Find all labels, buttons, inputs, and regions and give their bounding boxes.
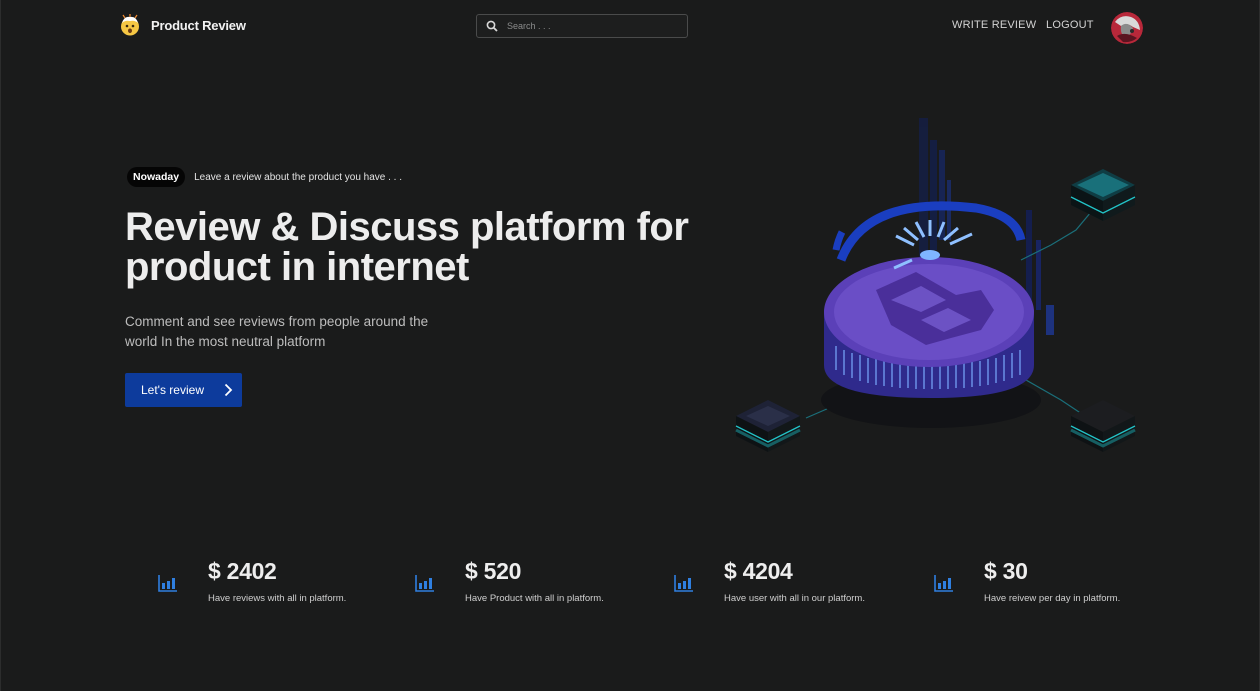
bar-chart-icon bbox=[934, 575, 953, 592]
badge-nowaday: Nowaday bbox=[127, 167, 186, 187]
stat-description: Have reviews with all in platform. bbox=[208, 593, 347, 604]
hero-badge-row: Nowaday Leave a review about the product… bbox=[127, 167, 402, 187]
brand[interactable]: Product Review bbox=[119, 14, 246, 36]
hero-title: Review & Discuss platform for product in… bbox=[125, 205, 689, 289]
avatar[interactable] bbox=[1111, 12, 1143, 44]
write-review-link[interactable]: WRITE REVIEW bbox=[952, 19, 1036, 31]
stat-description: Have Product with all in platform. bbox=[465, 593, 604, 604]
stat-value: $ 2402 bbox=[208, 558, 277, 584]
lets-review-label: Let's review bbox=[141, 383, 204, 397]
search-input[interactable] bbox=[505, 20, 679, 32]
stat-description: Have user with all in our platform. bbox=[724, 593, 865, 604]
bar-chart-icon bbox=[674, 575, 693, 592]
user-avatar-icon bbox=[1111, 12, 1143, 44]
hero-subtitle: Comment and see reviews from people arou… bbox=[125, 314, 429, 349]
badge-text: Leave a review about the product you hav… bbox=[194, 171, 403, 183]
lets-review-button[interactable]: Let's review bbox=[125, 373, 242, 407]
stat-value: $ 30 bbox=[984, 558, 1028, 584]
isometric-coin-illustration bbox=[735, 118, 1136, 452]
exploding-head-emoji-icon bbox=[121, 14, 139, 36]
bar-chart-icon bbox=[415, 575, 434, 592]
stat-value: $ 520 bbox=[465, 558, 522, 584]
bar-chart-icon bbox=[158, 575, 177, 592]
search-icon bbox=[486, 20, 498, 32]
stat-description: Have reivew per day in platform. bbox=[984, 593, 1121, 604]
logout-link[interactable]: LOGOUT bbox=[1046, 19, 1094, 31]
brand-name: Product Review bbox=[151, 17, 246, 33]
stat-value: $ 4204 bbox=[724, 558, 793, 584]
chevron-right-icon bbox=[224, 383, 233, 397]
top-nav: Product Review WRITE REVIEW LOGOUT bbox=[1, 0, 1260, 52]
search-box bbox=[476, 14, 688, 38]
